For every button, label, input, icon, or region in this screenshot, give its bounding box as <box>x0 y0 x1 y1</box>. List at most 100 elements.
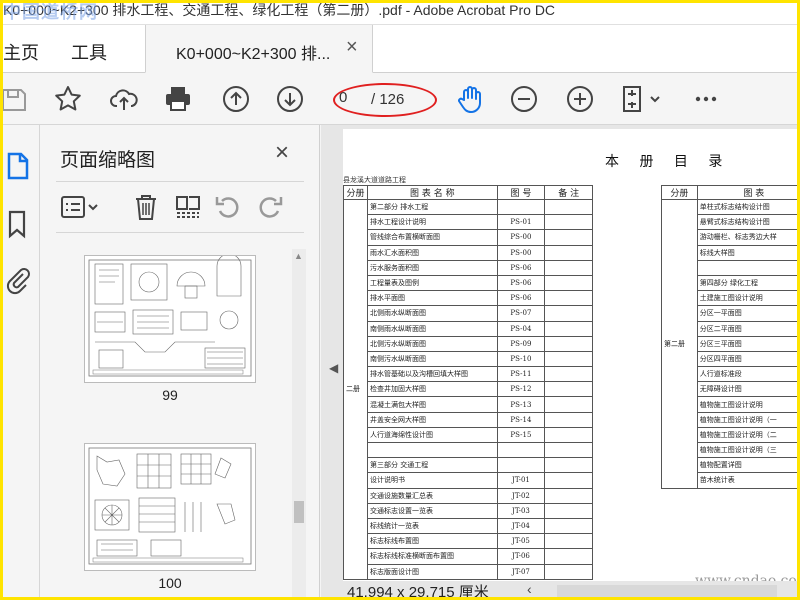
tab-tools[interactable]: 工具 <box>71 39 107 65</box>
close-panel-icon[interactable]: × <box>275 139 289 167</box>
drawing-name: 第三部分 交通工程 <box>366 457 498 474</box>
drawing-name: 第四部分 绿化工程 <box>696 274 797 292</box>
drawing-name: 排水平面图 <box>366 290 498 307</box>
save-icon[interactable] <box>3 84 29 114</box>
remark-cell <box>544 305 593 322</box>
drawing-code: JT-07 <box>496 563 546 580</box>
drawing-code: PS-06 <box>496 274 546 292</box>
table-row <box>344 441 593 459</box>
upload-icon[interactable] <box>109 84 139 114</box>
drawing-name: 分区三平面图 <box>696 335 797 352</box>
drawing-code: PS-15 <box>496 426 546 444</box>
drawing-name: 植物施工图设计说明（二 <box>696 426 797 444</box>
fit-page-icon[interactable] <box>619 84 663 114</box>
drawing-name: 分区一平面图 <box>696 305 797 322</box>
drawing-code: PS-11 <box>496 366 546 383</box>
drawing-code: JT-05 <box>496 533 546 550</box>
drawing-name: 人行道海绵性设计图 <box>366 426 498 444</box>
drawing-name: 交通标志设置一览表 <box>366 502 498 519</box>
more-icon[interactable] <box>691 84 721 114</box>
scroll-up-icon[interactable]: ▲ <box>294 251 303 261</box>
thumbnail-page-label: 100 <box>158 575 182 591</box>
thumbnail-page-100[interactable] <box>84 443 256 571</box>
table-row: 第二册 单柱式标志结构设计图 <box>661 198 797 489</box>
thumbnail-toolbar <box>56 181 304 233</box>
drawing-code: PS-12 <box>496 381 546 398</box>
tab-document[interactable]: K0+000~K2+300 排... × <box>145 25 373 73</box>
drawing-name: 工程量表及图例 <box>366 274 498 292</box>
remark-cell <box>544 426 593 444</box>
drawing-name: 井盖安全网大样图 <box>366 411 498 428</box>
thumbnail-panel: 页面缩略图 × 99 100 ▲ <box>40 125 320 597</box>
table-row: 设计说明书 JT-01 <box>344 472 593 489</box>
column-header: 分册 <box>661 185 698 200</box>
tab-close-icon[interactable]: × <box>346 36 358 59</box>
table-row: 井盖安全网大样图 PS-14 <box>344 411 593 428</box>
attachment-icon[interactable] <box>5 265 31 295</box>
star-icon[interactable] <box>53 84 83 114</box>
remark-cell <box>544 274 593 292</box>
page-size-readout: 41.994 x 29.715 厘米 <box>347 584 489 597</box>
page-down-icon[interactable] <box>275 84 305 114</box>
table-row: 标志版面设计图 JT-07 <box>344 563 593 580</box>
scroll-left-icon[interactable]: ‹ <box>527 581 532 597</box>
drawing-name: 污水服务面积图 <box>366 259 498 276</box>
print-icon[interactable] <box>163 84 193 114</box>
table-row: 北侧雨水纵断面图 PS-07 <box>344 305 593 322</box>
bookmark-icon[interactable] <box>5 209 31 239</box>
page-thumbnails-icon[interactable] <box>5 151 31 181</box>
hand-icon[interactable] <box>455 84 485 114</box>
rotate-right-icon[interactable] <box>256 193 284 221</box>
options-menu-icon[interactable] <box>60 193 100 221</box>
column-header: 图 表 名 称 <box>366 185 498 200</box>
table-row: 交通设施数量汇总表 JT-02 <box>344 487 593 504</box>
table-row: 排水管基础以及沟槽回填大样图 PS-11 <box>344 366 593 383</box>
drawing-name: 南侧污水纵断面图 <box>366 350 498 368</box>
remark-cell <box>544 244 593 261</box>
drawing-code: PS-14 <box>496 411 546 428</box>
drawing-code: PS-01 <box>496 214 546 231</box>
drawing-name: 无障碍设计图 <box>696 381 797 398</box>
extract-pages-icon[interactable] <box>174 193 202 221</box>
rotate-left-icon[interactable] <box>214 193 242 221</box>
title-bar: K0+000~K2+300 排水工程、交通工程、绿化工程（第二册）.pdf - … <box>3 3 797 25</box>
delete-icon[interactable] <box>132 193 160 221</box>
zoom-out-icon[interactable] <box>509 84 539 114</box>
drawing-name: 北侧污水纵断面图 <box>366 335 498 352</box>
horizontal-scrollbar[interactable] <box>557 585 777 597</box>
volume-cell: 二册 <box>343 199 368 580</box>
drawing-code: PS-10 <box>496 350 546 368</box>
table-row: 检查井加固大样图 PS-12 <box>344 381 593 398</box>
drawing-name: 交通设施数量汇总表 <box>366 487 498 504</box>
remark-cell <box>544 533 593 550</box>
drawing-name: 第二部分 排水工程 <box>366 198 498 216</box>
table-row: 第三部分 交通工程 <box>344 457 593 474</box>
table-row: 管线综合布置横断面图 PS-00 <box>344 229 593 246</box>
scroll-thumb[interactable] <box>294 501 304 523</box>
drawing-code: JT-06 <box>496 548 546 565</box>
drawing-code: PS-00 <box>496 229 546 246</box>
tab-home[interactable]: 主页 <box>3 39 39 65</box>
remark-cell <box>544 366 593 383</box>
drawing-code: PS-13 <box>496 396 546 413</box>
zoom-in-icon[interactable] <box>565 84 595 114</box>
page-up-icon[interactable] <box>221 84 251 114</box>
tab-bar: 主页 工具 K0+000~K2+300 排... × <box>3 25 797 73</box>
drawing-code: JT-02 <box>496 487 546 504</box>
drawing-name: 排水管基础以及沟槽回填大样图 <box>366 366 498 383</box>
drawing-name: 设计说明书 <box>366 472 498 489</box>
thumbnail-scrollbar[interactable]: ▲ <box>292 249 306 597</box>
thumbnail-page-99[interactable] <box>84 253 256 383</box>
table-row: 标志标线布置图 JT-05 <box>344 533 593 550</box>
drawing-code: PS-04 <box>496 320 546 337</box>
table-row: 雨水汇水面积图 PS-00 <box>344 244 593 261</box>
column-header: 备 注 <box>544 185 593 200</box>
document-view: ◀ 本 册 目 录 县龙溪大道道路工程 分册 图 表 名 称 图 号 备 注 二… <box>321 125 797 597</box>
table-row: 排水工程设计说明 PS-01 <box>344 214 593 231</box>
drawing-code <box>496 457 546 474</box>
column-header: 图 表 <box>696 185 797 200</box>
drawing-name: 植物施工图设计说明（一 <box>696 411 797 428</box>
drawing-name: 悬臂式标志结构设计图 <box>696 214 797 231</box>
collapse-panel-icon[interactable]: ◀ <box>329 361 338 375</box>
remark-cell <box>544 517 593 535</box>
